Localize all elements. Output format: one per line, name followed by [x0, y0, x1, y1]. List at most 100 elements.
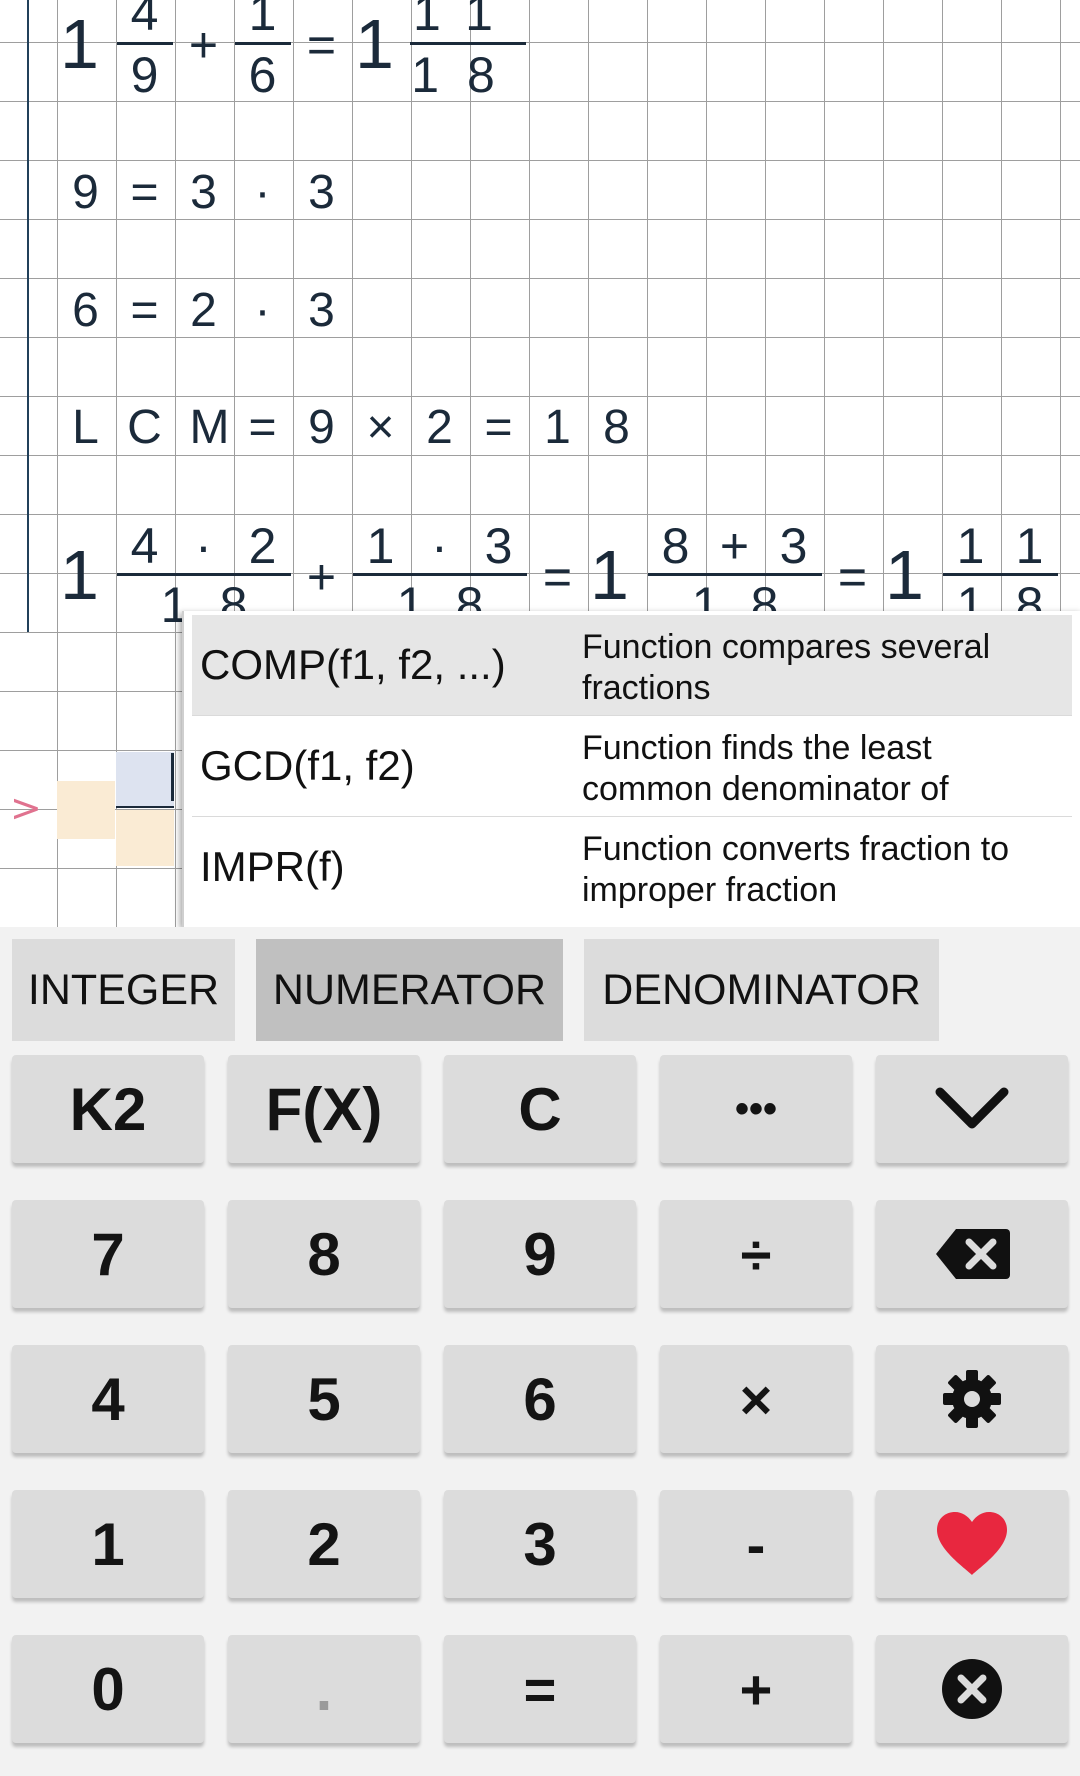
denominator-slot[interactable]	[116, 810, 174, 866]
fraction-bar	[648, 573, 822, 576]
plus-sign: +	[306, 549, 337, 605]
math-token: 9	[72, 166, 99, 219]
fraction-bar	[410, 42, 526, 45]
math-token: M	[189, 401, 230, 454]
math-token: 3	[308, 284, 335, 337]
close-circle-icon	[941, 1658, 1003, 1720]
equals-sign: =	[306, 17, 337, 73]
hide-keyboard-key[interactable]	[876, 1055, 1068, 1163]
text-caret	[171, 753, 174, 801]
digit-7-key[interactable]: 7	[12, 1200, 204, 1308]
function-key[interactable]: F(X)	[228, 1055, 420, 1163]
backspace-icon	[934, 1227, 1010, 1281]
decimal-key[interactable]: .	[228, 1635, 420, 1743]
math-token: 3	[779, 518, 808, 574]
fraction-bar	[117, 573, 291, 576]
numerator: 1	[248, 0, 277, 41]
fraction-bar	[235, 42, 291, 45]
whole-number: 1	[590, 536, 629, 614]
math-token: L	[72, 401, 99, 454]
fraction-bar	[117, 42, 173, 45]
digit-1-key[interactable]: 1	[12, 1490, 204, 1598]
mode-tab-numerator[interactable]: NUMERATOR	[256, 939, 563, 1041]
suggestion-name: GCD(f1, f2)	[200, 742, 415, 789]
math-token: =	[130, 166, 159, 219]
mode-tab-denominator[interactable]: DENOMINATOR	[584, 939, 939, 1041]
heart-icon	[935, 1511, 1009, 1577]
digit-6-key[interactable]: 6	[444, 1345, 636, 1453]
integer-slot[interactable]	[57, 781, 115, 839]
equals-key[interactable]: =	[444, 1635, 636, 1743]
math-token: 4	[130, 518, 159, 574]
chevron-down-icon	[934, 1086, 1010, 1132]
suggestion-impr[interactable]: IMPR(f) Function converts fraction to im…	[192, 817, 1072, 917]
numerator: 4	[130, 0, 159, 41]
plus-sign: +	[188, 17, 219, 73]
settings-key[interactable]	[876, 1345, 1068, 1453]
denominator: 9	[130, 47, 159, 103]
math-token: 2	[426, 401, 453, 454]
digit-5-key[interactable]: 5	[228, 1345, 420, 1453]
clear-key[interactable]: C	[444, 1055, 636, 1163]
fraction-bar	[353, 573, 527, 576]
digit-0-key[interactable]: 0	[12, 1635, 204, 1743]
suggestion-comp[interactable]: COMP(f1, f2, ...) Function compares seve…	[192, 615, 1072, 716]
gear-icon	[942, 1369, 1002, 1429]
divide-key[interactable]: ÷	[660, 1200, 852, 1308]
suggestion-name: COMP(f1, f2, ...)	[200, 641, 506, 688]
math-token: +	[719, 518, 750, 574]
equals-sign: =	[542, 549, 573, 605]
math-token: 2	[248, 518, 277, 574]
favorite-key[interactable]	[876, 1490, 1068, 1598]
whole-number: 1	[60, 536, 99, 614]
suggestion-description: Function compares several fractions	[582, 628, 991, 707]
denominator: 6	[248, 47, 277, 103]
math-token: ×	[366, 401, 395, 454]
math-token: 6	[72, 284, 99, 337]
k2-key[interactable]: K2	[12, 1055, 204, 1163]
fraction-bar	[943, 573, 1058, 576]
equals-sign: =	[837, 549, 868, 605]
minus-key[interactable]: -	[660, 1490, 852, 1598]
math-token: 1	[544, 401, 571, 454]
numerator-slot-active[interactable]	[116, 752, 174, 808]
digit-4-key[interactable]: 4	[12, 1345, 204, 1453]
math-token: 9	[308, 401, 335, 454]
math-token: =	[130, 284, 159, 337]
digit-3-key[interactable]: 3	[444, 1490, 636, 1598]
math-token: ·	[254, 166, 271, 219]
numerator: 11	[413, 0, 521, 41]
input-line-marker: >	[10, 786, 42, 830]
math-token: 1	[1015, 518, 1044, 574]
math-token: C	[127, 401, 162, 454]
digit-8-key[interactable]: 8	[228, 1200, 420, 1308]
suggestion-gcd[interactable]: GCD(f1, f2) Function finds the least com…	[192, 716, 1072, 817]
backspace-key[interactable]	[876, 1200, 1068, 1308]
multiply-key[interactable]: ×	[660, 1345, 852, 1453]
math-token: =	[248, 401, 277, 454]
close-key[interactable]	[876, 1635, 1068, 1743]
math-token: 3	[308, 166, 335, 219]
math-token: 3	[484, 518, 513, 574]
math-token: ·	[195, 518, 212, 574]
more-key[interactable]: •••	[660, 1055, 852, 1163]
denominator: 18	[411, 47, 523, 103]
math-token: ·	[431, 518, 448, 574]
mode-tab-integer[interactable]: INTEGER	[12, 939, 235, 1041]
math-token: 8	[603, 401, 630, 454]
whole-number: 1	[885, 536, 924, 614]
math-token: 8	[661, 518, 690, 574]
math-token: 1	[956, 518, 985, 574]
digit-2-key[interactable]: 2	[228, 1490, 420, 1598]
math-token: 2	[190, 284, 217, 337]
math-token: 3	[190, 166, 217, 219]
plus-key[interactable]: +	[660, 1635, 852, 1743]
suggestion-name: IMPR(f)	[200, 843, 345, 890]
whole-number: 1	[355, 5, 394, 83]
digit-9-key[interactable]: 9	[444, 1200, 636, 1308]
suggestion-description: Function finds the least common denomina…	[582, 729, 949, 808]
function-suggestion-popup: COMP(f1, f2, ...) Function compares seve…	[182, 611, 1080, 927]
math-token: 1	[366, 518, 395, 574]
calculator-keyboard: INTEGER NUMERATOR DENOMINATOR K2 F(X) C …	[0, 927, 1080, 1776]
math-token: =	[484, 401, 513, 454]
